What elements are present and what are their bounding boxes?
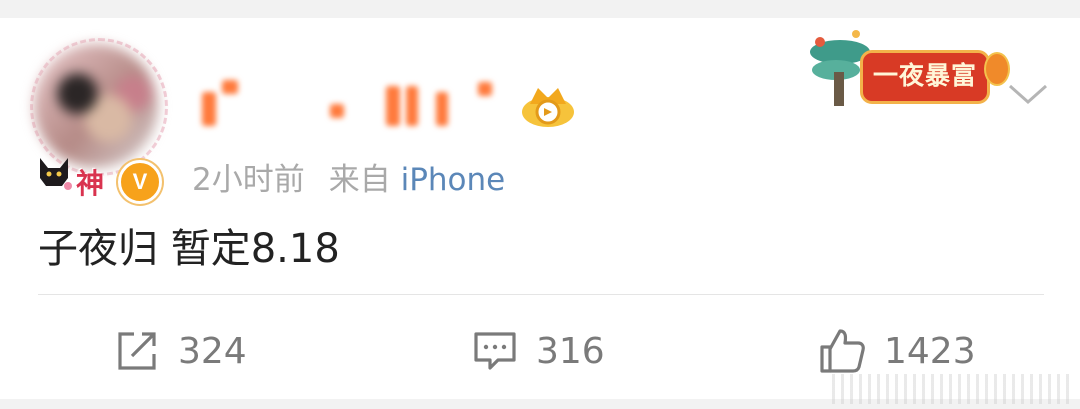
comment-count: 316 xyxy=(536,330,605,372)
comment-icon xyxy=(474,332,516,370)
post-meta: 2小时前 来自 iPhone xyxy=(192,154,505,199)
verified-badge: V xyxy=(118,160,162,204)
username[interactable] xyxy=(196,70,516,134)
like-button[interactable]: 1423 xyxy=(818,324,976,378)
repost-count: 324 xyxy=(178,330,247,372)
thumbs-up-icon xyxy=(820,329,865,373)
divider xyxy=(38,294,1044,295)
post-content: 子夜归 暂定8.18 xyxy=(38,226,340,272)
promo-badge[interactable]: 一夜暴富 xyxy=(806,22,1010,112)
crown-icon xyxy=(522,88,574,127)
post-source-label: 来自 xyxy=(328,162,391,198)
post-source-device[interactable]: iPhone xyxy=(401,162,506,198)
promo-banner: 一夜暴富 xyxy=(860,50,990,104)
post-time: 2小时前 xyxy=(192,162,305,198)
share-icon xyxy=(118,332,156,370)
watermark xyxy=(832,374,1070,404)
like-count: 1423 xyxy=(884,330,976,372)
chevron-down-icon[interactable] xyxy=(1006,80,1050,108)
post-card: 神 V 2小时前 来自 iPhone 一夜暴富 子夜归 暂定8.18 324 3… xyxy=(0,18,1080,404)
avatar-badge-text: 神 xyxy=(76,167,105,200)
repost-button[interactable]: 324 xyxy=(114,324,247,378)
avatar-image xyxy=(34,44,158,168)
cat-icon xyxy=(40,158,72,190)
comment-button[interactable]: 316 xyxy=(472,324,605,378)
avatar[interactable]: 神 V xyxy=(30,38,168,204)
